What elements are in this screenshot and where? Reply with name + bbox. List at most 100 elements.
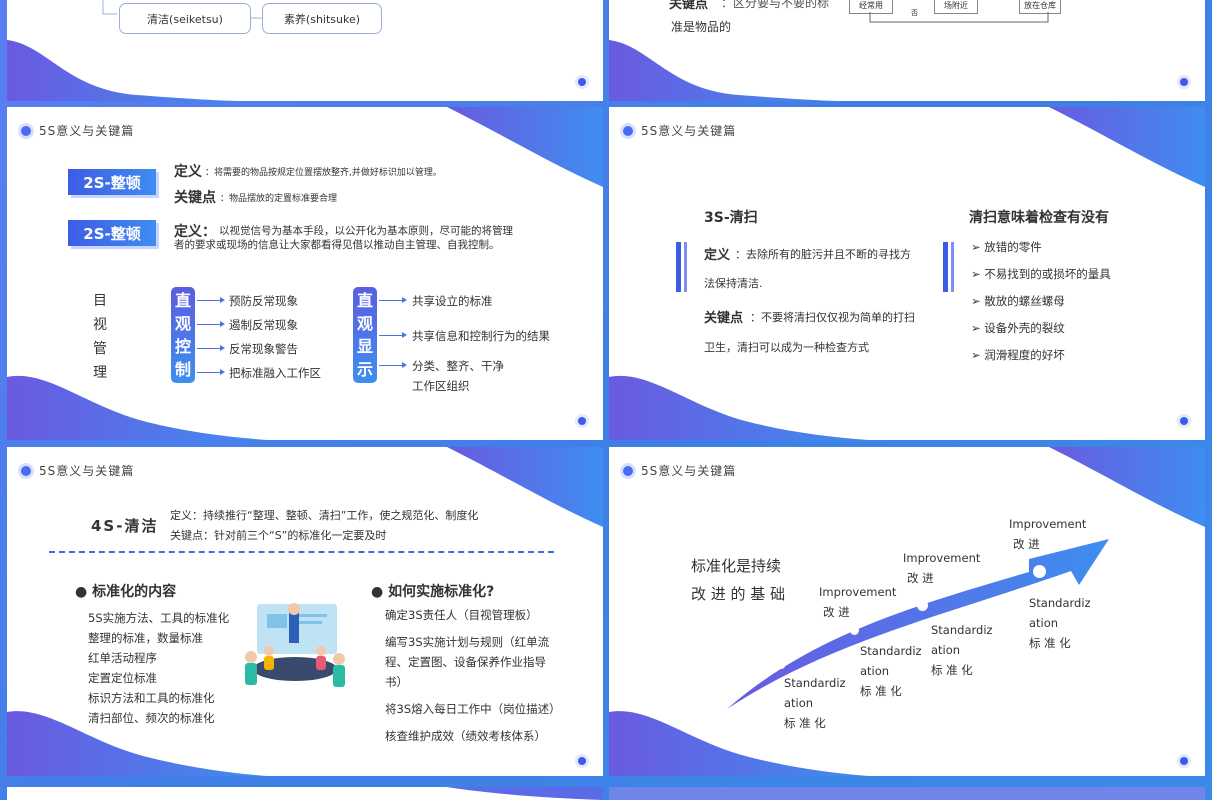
disp-item-2: 共享信息和控制行为的结果 xyxy=(412,329,550,343)
improvement-label-1: Improvement xyxy=(819,585,897,599)
wave-decoration xyxy=(7,107,603,440)
right-item-6: 核查维护成效（绩效考核体系） xyxy=(385,729,546,743)
arrow-4 xyxy=(197,369,225,375)
accent-bar-right xyxy=(943,242,948,292)
accent-bar-right-2 xyxy=(951,242,954,292)
header-dot-icon xyxy=(623,466,633,476)
standardization-label-4: Standardiz ation 标 准 化 xyxy=(1029,596,1091,650)
list-item: 5S实施方法、工具的标准化 xyxy=(88,611,230,625)
list-item: 标识方法和工具的标准化 xyxy=(88,691,215,705)
badge-2s-1: 2S-整顿 xyxy=(68,169,156,195)
slide-header: 5S意义与关键篇 xyxy=(623,462,736,479)
definition-text-2: 法保持清洁. xyxy=(704,277,763,290)
slide-dot-icon xyxy=(575,754,589,768)
slide-thumbnail-8[interactable] xyxy=(609,787,1205,800)
right-item-3: 程、定置图、设备保养作业指导 xyxy=(385,655,546,669)
list-item: ➢ 不易找到的或损坏的量具 xyxy=(971,267,1111,281)
slide-dot-icon xyxy=(1177,754,1191,768)
arrow-1 xyxy=(197,297,225,303)
right-item-1: 确定3S责任人（目视管理板） xyxy=(385,608,538,622)
left-title: ● 标准化的内容 xyxy=(75,584,177,600)
slide-dot-icon xyxy=(1177,75,1191,89)
visual-control-box: 直观控制 xyxy=(171,287,195,383)
slide-title: 3S-清扫 xyxy=(704,210,758,226)
header-dot-icon xyxy=(623,126,633,136)
slide-thumbnail-6[interactable]: 5S意义与关键篇 标准化是持续 改 进 的 基 础 Improvement 改 … xyxy=(609,447,1205,776)
definition-text-2a: 以视觉信号为基本手段，以公开化为基本原则，尽可能的将管理 xyxy=(219,225,513,237)
key-point-text: ：区分要与不要的标 xyxy=(721,0,830,10)
standardization-label-2: Standardiz ation 标 准 化 xyxy=(860,644,922,698)
meeting-illustration xyxy=(245,603,345,687)
right-item-4: 书） xyxy=(385,675,408,689)
definition-label: 定义 xyxy=(174,164,202,180)
right-item-2: 编写3S实施计划与规则（红单流 xyxy=(385,635,550,649)
slide-thumbnail-7[interactable] xyxy=(7,787,603,800)
list-item: 整理的标准，数量标准 xyxy=(88,631,203,645)
slide-header: 5S意义与关键篇 xyxy=(21,122,134,139)
key-point-text-2: 卫生，清扫可以成为一种检查方式 xyxy=(704,341,869,354)
header-dot-icon xyxy=(21,126,31,136)
ctrl-item-2: 遏制反常现象 xyxy=(229,318,298,332)
slide-dot-icon xyxy=(575,414,589,428)
arrow-6 xyxy=(379,332,407,338)
header-dot-icon xyxy=(21,466,31,476)
key-point-text-1: ：不要将清扫仅仅视为简单的打扫 xyxy=(750,311,915,324)
slide-title-line2: 改 进 的 基 础 xyxy=(691,585,786,603)
key-point-label: 关键点 xyxy=(704,311,744,326)
flow-loop-line xyxy=(869,12,1049,23)
visual-mgmt-char-2: 视 xyxy=(93,317,107,333)
ctrl-item-1: 预防反常现象 xyxy=(229,294,298,308)
milestone-dot-3 xyxy=(917,600,928,611)
wave-decoration xyxy=(447,787,603,800)
arrow-2 xyxy=(197,321,225,327)
slide-thumbnail-5[interactable]: 5S意义与关键篇 4S-清洁 定义：持续推行“整理、整顿、清扫”工作，使之规范化… xyxy=(7,447,603,776)
visual-mgmt-char-1: 目 xyxy=(93,293,107,309)
right-item-5: 将3S熔入每日工作中（岗位描述） xyxy=(385,702,561,716)
badge-2s-2: 2S-整顿 xyxy=(68,220,156,246)
definition-label: 定义 xyxy=(704,248,731,263)
flow-no-label: 否 xyxy=(911,9,918,17)
slide-thumbnail-1[interactable]: 清洁(seiketsu) 素养(shitsuke) xyxy=(7,0,603,101)
key-point-label: 关键点 xyxy=(174,190,216,206)
list-item: 红单活动程序 xyxy=(88,651,157,665)
visual-mgmt-char-3: 管 xyxy=(93,341,107,357)
milestone-dot-4 xyxy=(1033,565,1046,578)
list-item: ➢ 放错的零件 xyxy=(971,240,1042,254)
key-point-text: ：物品摆放的定置标准要合理 xyxy=(220,194,338,204)
slide-dot-icon xyxy=(575,75,589,89)
wave-decoration xyxy=(609,447,1205,776)
visual-mgmt-char-4: 理 xyxy=(93,365,107,381)
milestone-dot-2 xyxy=(850,626,859,635)
arrow-7 xyxy=(379,362,407,368)
definition-text-1: ：去除所有的脏污并且不断的寻找方 xyxy=(735,248,911,261)
ctrl-item-3: 反常现象警告 xyxy=(229,342,298,356)
disp-item-1: 共享设立的标准 xyxy=(412,294,493,308)
check-list: ➢ 放错的零件 ➢ 不易找到的或损坏的量具 ➢ 散放的螺丝螺母 ➢ 设备外壳的裂… xyxy=(971,237,1111,365)
visual-display-box: 直观显示 xyxy=(353,287,377,383)
key-point-label: 关键点 xyxy=(669,0,709,12)
list-item: ➢ 散放的螺丝螺母 xyxy=(971,294,1065,308)
improvement-label-3: Improvement xyxy=(1009,517,1087,531)
list-item: 清扫部位、频次的标准化 xyxy=(88,711,215,725)
slide-thumbnail-2[interactable]: 关键点 ：区分要与不要的标 准是物品的 经常用 场附近 放在仓库 否 xyxy=(609,0,1205,101)
slide-thumbnail-4[interactable]: 5S意义与关键篇 3S-清扫 定义 ：去除所有的脏污并且不断的寻找方 法保持清洁… xyxy=(609,107,1205,440)
arrow-3 xyxy=(197,345,225,351)
slide-header: 5S意义与关键篇 xyxy=(21,462,134,479)
arrow-5 xyxy=(379,297,407,303)
disp-item-3: 分类、整齐、干净 xyxy=(412,359,504,373)
improvement-cn-1: 改 进 xyxy=(823,605,850,619)
slide-title: 4S-清洁 xyxy=(91,517,159,535)
improvement-cn-2: 改 进 xyxy=(907,571,934,585)
ctrl-item-4: 把标准融入工作区 xyxy=(229,366,321,380)
improvement-label-2: Improvement xyxy=(903,551,981,565)
milestone-dot-1 xyxy=(778,662,785,669)
definition-text-2b: 者的要求或现场的信息让大家都看得见借以推动自主管理、自我控制。 xyxy=(174,239,500,251)
slide-header: 5S意义与关键篇 xyxy=(623,122,736,139)
slide-dot-icon xyxy=(1177,414,1191,428)
disp-item-4: 工作区组织 xyxy=(412,379,470,393)
list-item: ➢ 润滑程度的好坏 xyxy=(971,348,1065,362)
list-item: 定置定位标准 xyxy=(88,671,157,685)
slide-thumbnail-3[interactable]: 5S意义与关键篇 2S-整顿 定义 ：将需要的物品按规定位置摆放整齐,并做好标识… xyxy=(7,107,603,440)
standardization-label-3: Standardiz ation 标 准 化 xyxy=(931,623,993,677)
pill-seiketsu: 清洁(seiketsu) xyxy=(119,3,251,34)
